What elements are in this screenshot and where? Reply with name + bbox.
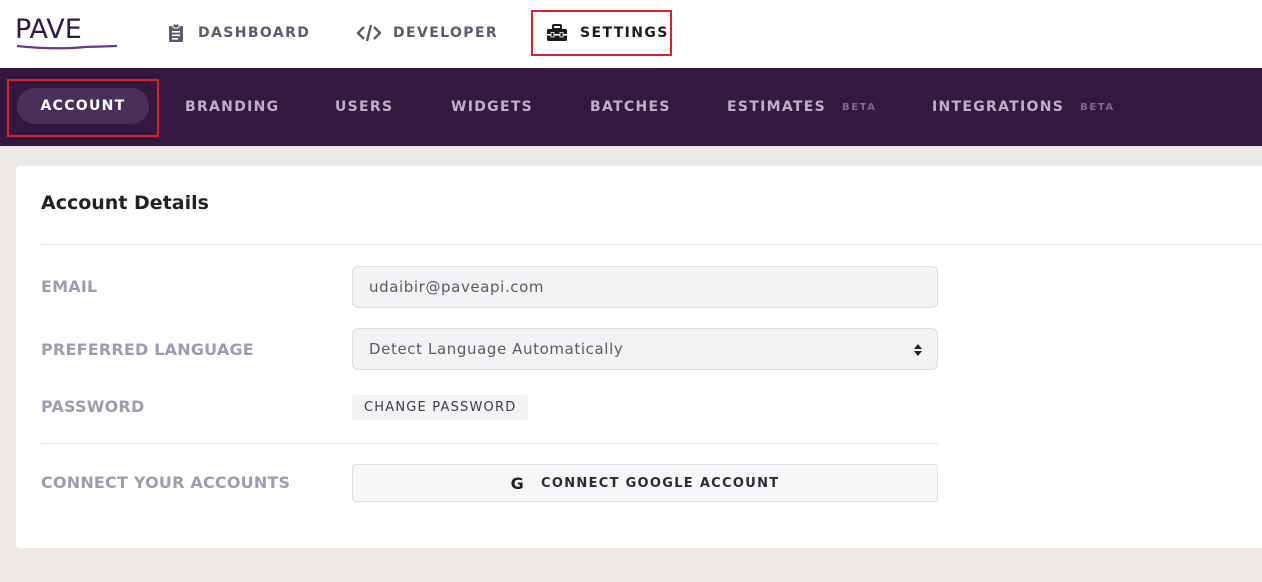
connect-google-label: CONNECT GOOGLE ACCOUNT bbox=[541, 475, 780, 491]
select-arrows-icon bbox=[914, 344, 922, 356]
tab-account[interactable]: ACCOUNT bbox=[17, 88, 149, 124]
code-icon bbox=[357, 23, 381, 43]
language-select[interactable]: Detect Language Automatically bbox=[352, 328, 938, 370]
connect-google-button[interactable]: G CONNECT GOOGLE ACCOUNT bbox=[352, 464, 938, 502]
section-divider bbox=[41, 443, 938, 444]
integrations-beta-badge: BETA bbox=[1080, 101, 1115, 113]
nav-settings[interactable]: SETTINGS bbox=[531, 10, 672, 56]
pave-logo[interactable]: PAVE bbox=[15, 14, 123, 52]
tab-widgets[interactable]: WIDGETS bbox=[451, 68, 533, 146]
top-bar: PAVE DASHBOARD DEVELOPER SETTINGS bbox=[0, 0, 1262, 68]
language-value: Detect Language Automatically bbox=[369, 340, 624, 358]
logo-swoosh-icon bbox=[16, 44, 118, 50]
email-field[interactable]: udaibir@paveapi.com bbox=[352, 266, 938, 308]
nav-settings-label: SETTINGS bbox=[580, 25, 669, 41]
tab-branding-label: BRANDING bbox=[185, 99, 280, 115]
change-password-button[interactable]: CHANGE PASSWORD bbox=[352, 395, 529, 420]
tab-estimates-label: ESTIMATES bbox=[727, 99, 826, 115]
nav-developer-label: DEVELOPER bbox=[393, 25, 499, 41]
tab-batches-label: BATCHES bbox=[590, 99, 671, 115]
page-title: Account Details bbox=[41, 192, 209, 214]
connect-accounts-label: CONNECT YOUR ACCOUNTS bbox=[41, 473, 291, 492]
clipboard-icon bbox=[166, 23, 186, 43]
tab-account-label: ACCOUNT bbox=[40, 98, 126, 114]
nav-dashboard-label: DASHBOARD bbox=[198, 25, 311, 41]
tab-branding[interactable]: BRANDING bbox=[185, 68, 279, 146]
toolbox-icon bbox=[546, 23, 568, 43]
nav-developer[interactable]: DEVELOPER bbox=[357, 10, 498, 56]
google-g-icon: G bbox=[510, 473, 526, 493]
nav-dashboard[interactable]: DASHBOARD bbox=[166, 10, 310, 56]
tab-users-label: USERS bbox=[335, 99, 394, 115]
tab-batches[interactable]: BATCHES bbox=[590, 68, 671, 146]
settings-subnav: ACCOUNT BRANDING USERS WIDGETS BATCHES E… bbox=[0, 68, 1262, 146]
title-divider bbox=[41, 244, 1262, 245]
email-value: udaibir@paveapi.com bbox=[369, 278, 545, 296]
estimates-beta-badge: BETA bbox=[841, 101, 877, 113]
account-details-card: Account Details EMAIL udaibir@paveapi.co… bbox=[16, 166, 1262, 548]
tab-integrations-label: INTEGRATIONS bbox=[932, 99, 1065, 115]
tab-integrations[interactable]: INTEGRATIONS BETA bbox=[932, 68, 1115, 146]
change-password-label: CHANGE PASSWORD bbox=[364, 400, 517, 415]
tab-users[interactable]: USERS bbox=[335, 68, 393, 146]
password-label: PASSWORD bbox=[41, 397, 145, 416]
email-label: EMAIL bbox=[41, 277, 98, 296]
language-label: PREFERRED LANGUAGE bbox=[41, 340, 254, 359]
tab-estimates[interactable]: ESTIMATES BETA bbox=[727, 68, 877, 146]
tab-widgets-label: WIDGETS bbox=[451, 99, 534, 115]
